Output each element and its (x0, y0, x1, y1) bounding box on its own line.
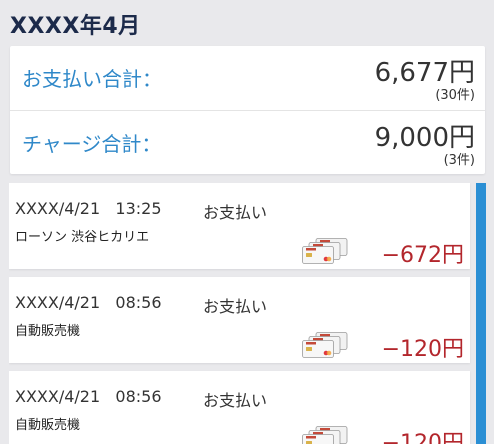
transaction-list[interactable]: XXXX/4/21 13:25 お支払い ローソン 渋谷ヒカリエ −672円 X… (9, 183, 486, 444)
transaction-item[interactable]: XXXX/4/21 08:56 お支払い 自動販売機 −120円 (9, 371, 470, 444)
transaction-datetime: XXXX/4/21 08:56 (15, 293, 162, 312)
transaction-type: お支払い (203, 391, 268, 410)
transaction-type: お支払い (203, 203, 268, 222)
transaction-amount: −672円 (381, 243, 464, 268)
transaction-merchant: 自動販売機 (15, 418, 81, 433)
transaction-type: お支払い (203, 297, 268, 316)
transaction-merchant: 自動販売機 (15, 324, 81, 339)
transaction-amount: −120円 (381, 431, 464, 444)
summary-card: お支払い合計： 6,677円 (30件) チャージ合計： 9,000円 (3件) (10, 46, 485, 174)
credit-cards-icon (302, 426, 348, 444)
charge-total-count: (3件) (443, 153, 475, 168)
month-title: XXXX年4月 (10, 14, 141, 39)
transaction-merchant: ローソン 渋谷ヒカリエ (15, 230, 150, 245)
transaction-item[interactable]: XXXX/4/21 08:56 お支払い 自動販売機 −120円 (9, 277, 470, 363)
transaction-datetime: XXXX/4/21 13:25 (15, 199, 162, 218)
credit-cards-icon (302, 332, 348, 358)
charge-total-row: チャージ合計： 9,000円 (3件) (10, 110, 485, 174)
charge-total-label: チャージ合計： (22, 132, 162, 156)
transaction-item[interactable]: XXXX/4/21 13:25 お支払い ローソン 渋谷ヒカリエ −672円 (9, 183, 470, 269)
transaction-amount: −120円 (381, 337, 464, 362)
credit-cards-icon (302, 238, 348, 264)
payment-total-count: (30件) (435, 88, 475, 103)
payment-total-row: お支払い合計： 6,677円 (30件) (10, 46, 485, 110)
payment-total-label: お支払い合計： (22, 67, 162, 91)
transaction-datetime: XXXX/4/21 08:56 (15, 387, 162, 406)
scrollbar[interactable] (476, 183, 486, 444)
